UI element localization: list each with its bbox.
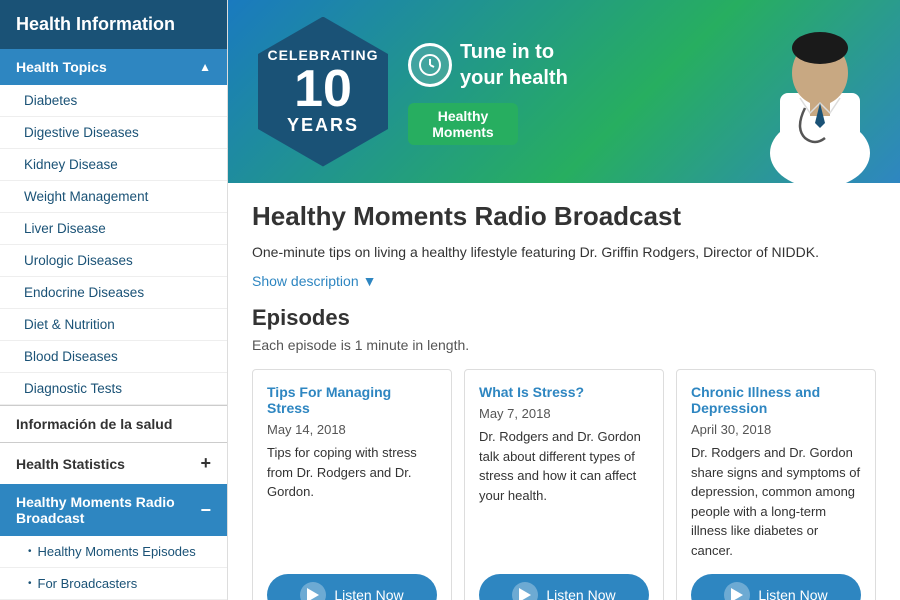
episode-0-title: Tips For Managing Stress [267,384,437,416]
healthy-moments-logo-text: Healthy Moments [432,108,493,140]
banner-number: 10 [294,63,352,115]
banner-middle: Tune in toyour health Healthy Moments [388,19,740,165]
nav-item-endocrine[interactable]: Endocrine Diseases [0,277,227,309]
play-icon-0 [307,588,319,600]
banner-years: YEARS [287,115,359,136]
nav-sub-item-broadcasters[interactable]: • For Broadcasters [0,568,227,600]
episodes-title: Episodes [252,305,876,331]
bullet-icon-2: • [28,578,32,589]
content-area: Healthy Moments Radio Broadcast One-minu… [228,183,900,600]
health-statistics-plus-icon: + [200,453,211,474]
nav-items-list: Diabetes Digestive Diseases Kidney Disea… [0,85,227,405]
sub-item-broadcasters-label: For Broadcasters [38,576,138,591]
banner-badge: CELEBRATING 10 YEARS [258,17,388,167]
health-topics-chevron: ▲ [199,60,211,74]
episode-2-date: April 30, 2018 [691,422,861,437]
show-description-label: Show description [252,273,359,289]
episodes-subtitle: Each episode is 1 minute in length. [252,337,876,353]
nav-item-kidney[interactable]: Kidney Disease [0,149,227,181]
nav-item-diabetes[interactable]: Diabetes [0,85,227,117]
listen-now-label-0: Listen Now [334,587,403,600]
episode-0-desc: Tips for coping with stress from Dr. Rod… [267,443,437,560]
nav-item-urologic[interactable]: Urologic Diseases [0,245,227,277]
episode-2-desc: Dr. Rodgers and Dr. Gordon share signs a… [691,443,861,560]
listen-now-button-0[interactable]: Listen Now [267,574,437,600]
nav-item-diagnostic[interactable]: Diagnostic Tests [0,373,227,405]
informacion-section[interactable]: Información de la salud [0,405,227,442]
sub-item-episodes-label: Healthy Moments Episodes [38,544,196,559]
sidebar: Health Information Health Topics ▲ Diabe… [0,0,228,600]
listen-now-label-1: Listen Now [546,587,615,600]
listen-now-label-2: Listen Now [758,587,827,600]
chevron-down-icon: ▼ [363,273,377,289]
nav-item-weight[interactable]: Weight Management [0,181,227,213]
episode-card-0: Tips For Managing Stress May 14, 2018 Ti… [252,369,452,600]
healthy-moments-section[interactable]: Healthy Moments Radio Broadcast − [0,484,227,536]
health-statistics-label: Health Statistics [16,456,125,472]
episodes-grid: Tips For Managing Stress May 14, 2018 Ti… [252,369,876,600]
clock-icon [408,43,452,87]
nav-item-blood[interactable]: Blood Diseases [0,341,227,373]
bullet-icon: • [28,546,32,557]
listen-now-button-2[interactable]: Listen Now [691,574,861,600]
page-subtitle: One-minute tips on living a healthy life… [252,242,876,263]
episode-card-1: What Is Stress? May 7, 2018 Dr. Rodgers … [464,369,664,600]
play-circle-icon-1 [512,582,538,600]
nav-item-diet[interactable]: Diet & Nutrition [0,309,227,341]
page-title: Healthy Moments Radio Broadcast [252,201,876,232]
play-circle-icon-2 [724,582,750,600]
sub-items-list: • Healthy Moments Episodes • For Broadca… [0,536,227,600]
episode-1-desc: Dr. Rodgers and Dr. Gordon talk about di… [479,427,649,560]
health-statistics-section[interactable]: Health Statistics + [0,442,227,484]
healthy-moments-logo: Healthy Moments [408,103,518,145]
listen-now-button-1[interactable]: Listen Now [479,574,649,600]
doctor-illustration [750,0,890,183]
health-topics-label: Health Topics [16,59,107,75]
show-description-toggle[interactable]: Show description ▼ [252,273,876,289]
play-icon-1 [519,588,531,600]
banner-right [740,0,900,183]
health-topics-toggle[interactable]: Health Topics ▲ [0,49,227,85]
nav-item-liver[interactable]: Liver Disease [0,213,227,245]
banner: CELEBRATING 10 YEARS Tune in toyour heal… [228,0,900,183]
nav-item-digestive[interactable]: Digestive Diseases [0,117,227,149]
nav-sub-item-episodes[interactable]: • Healthy Moments Episodes [0,536,227,568]
healthy-moments-minus-icon: − [200,500,211,521]
sidebar-header-title: Health Information [16,14,175,34]
episode-1-title: What Is Stress? [479,384,649,400]
main-content: CELEBRATING 10 YEARS Tune in toyour heal… [228,0,900,600]
episode-1-date: May 7, 2018 [479,406,649,421]
healthy-moments-nav-label: Healthy Moments Radio Broadcast [16,494,200,526]
informacion-label: Información de la salud [16,416,172,432]
play-icon-2 [731,588,743,600]
episode-2-title: Chronic Illness and Depression [691,384,861,416]
play-circle-icon-0 [300,582,326,600]
episode-0-date: May 14, 2018 [267,422,437,437]
episode-card-2: Chronic Illness and Depression April 30,… [676,369,876,600]
tune-in-text: Tune in toyour health [460,39,568,91]
sidebar-header: Health Information [0,0,227,49]
